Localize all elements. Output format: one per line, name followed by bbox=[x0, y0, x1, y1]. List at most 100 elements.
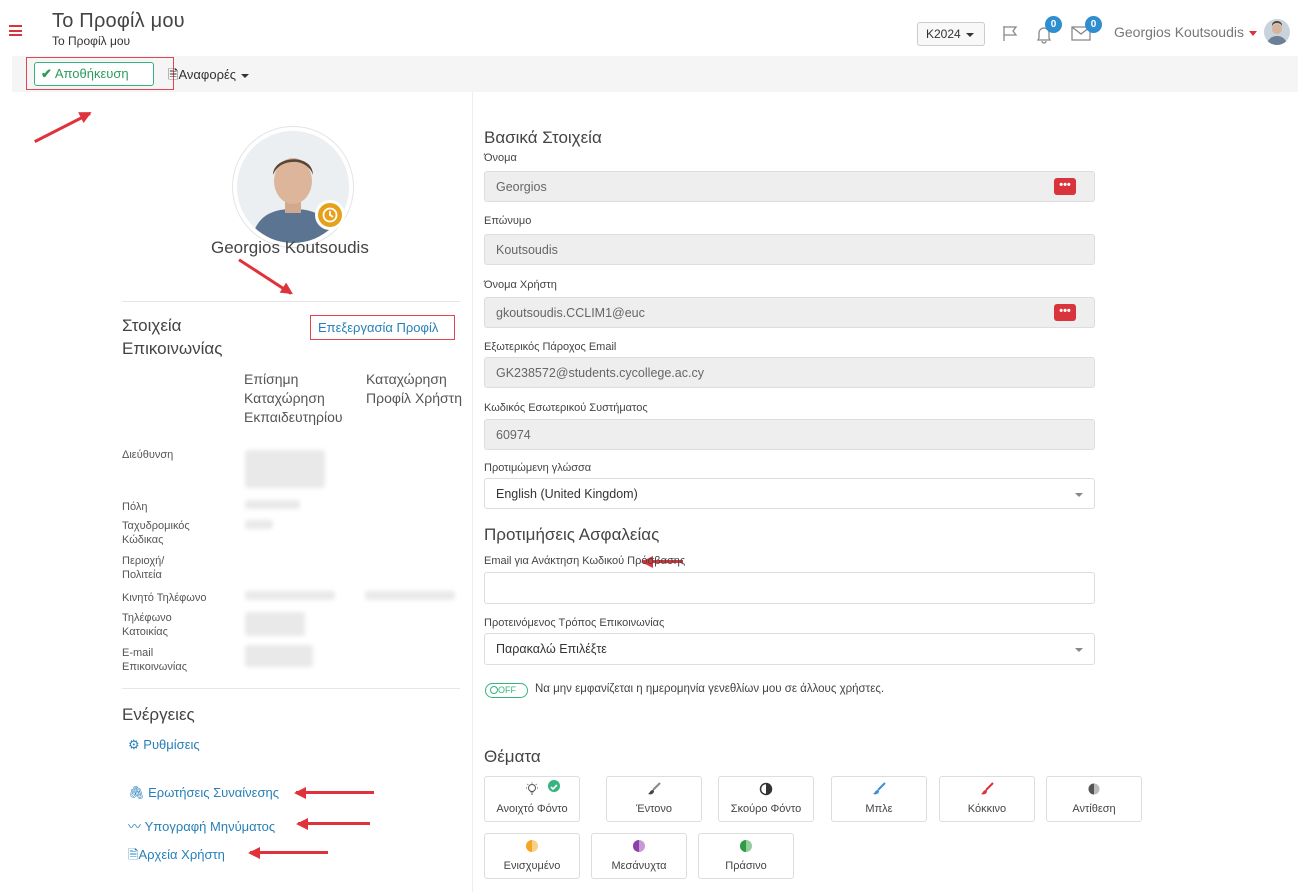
theme-label: Αντίθεση bbox=[1072, 803, 1116, 815]
theme-bold[interactable]: Έντονο bbox=[606, 776, 702, 822]
first-name-field: Georgios ••• bbox=[484, 171, 1095, 202]
avatar[interactable] bbox=[1264, 19, 1290, 45]
redacted-value bbox=[245, 520, 273, 529]
theme-label: Πράσινο bbox=[725, 860, 767, 872]
password-manager-icon[interactable]: ••• bbox=[1054, 178, 1076, 195]
internal-code-label: Κωδικός Εσωτερικού Συστήματος bbox=[484, 402, 648, 414]
paperclip-icon: 🖇 bbox=[128, 785, 145, 800]
contact-row-label: Ταχυδρομικός Κώδικας bbox=[122, 520, 190, 546]
profile-name: Georgios Koutsoudis bbox=[211, 238, 369, 257]
theme-enhanced[interactable]: Ενισχυμένο bbox=[484, 833, 580, 879]
external-email-field: GK238572@students.cycollege.ac.cy bbox=[484, 357, 1095, 388]
half-circle-icon bbox=[740, 840, 752, 852]
signature-label: Υπογραφή Μηνύματος bbox=[144, 819, 276, 834]
toggle-knob bbox=[490, 686, 498, 694]
external-email-value: GK238572@students.cycollege.ac.cy bbox=[496, 366, 704, 380]
notifications-icon[interactable]: 0 bbox=[1034, 16, 1062, 49]
brush-icon bbox=[873, 782, 886, 795]
user-menu[interactable]: Georgios Koutsoudis bbox=[1114, 24, 1257, 40]
messages-icon[interactable]: 0 bbox=[1071, 16, 1102, 47]
save-highlight: ✔ Αποθήκευση bbox=[26, 57, 174, 90]
toolbar: ✔ Αποθήκευση 🗎Αναφορές bbox=[12, 56, 1298, 92]
settings-label: Ρυθμίσεις bbox=[143, 737, 200, 752]
internal-code-value: 60974 bbox=[496, 428, 531, 442]
first-name-value: Georgios bbox=[496, 180, 547, 194]
theme-light[interactable]: Ανοιχτό Φόντο bbox=[484, 776, 580, 822]
language-value: English (United Kingdom) bbox=[496, 487, 638, 501]
user-files-link[interactable]: 🗎Αρχεία Χρήστη bbox=[128, 846, 225, 868]
contact-row-label: Κινητό Τηλέφωνο bbox=[122, 592, 207, 604]
reports-label: Αναφορές bbox=[178, 67, 237, 82]
notifications-badge: 0 bbox=[1045, 16, 1062, 33]
gears-icon: ⚙ bbox=[128, 737, 140, 752]
annotation-arrow bbox=[296, 791, 374, 794]
signature-icon: 〰 bbox=[128, 819, 142, 834]
top-bar: Το Προφίλ μου Το Προφίλ μου K2024 0 0 Ge… bbox=[0, 0, 1306, 56]
redacted-value bbox=[245, 500, 300, 509]
annotation-arrow bbox=[238, 258, 292, 295]
language-select[interactable]: English (United Kingdom) bbox=[484, 478, 1095, 509]
document-icon: 🗎 bbox=[168, 67, 179, 82]
contact-method-label: Προτεινόμενος Τρόπος Επικοινωνίας bbox=[484, 617, 665, 629]
theme-midnight[interactable]: Μεσάνυχτα bbox=[591, 833, 687, 879]
redacted-value bbox=[245, 591, 335, 600]
check-icon: ✔ bbox=[41, 66, 52, 81]
file-icon: 🗎 bbox=[128, 847, 139, 862]
edit-profile-link[interactable]: Επεξεργασία Προφίλ bbox=[318, 320, 438, 335]
theme-dark[interactable]: Σκούρο Φόντο bbox=[718, 776, 814, 822]
contact-row-label: Τηλέφωνο Κατοικίας bbox=[122, 612, 172, 638]
username-value: gkoutsoudis.CCLIM1@euc bbox=[496, 306, 645, 320]
brush-icon bbox=[981, 782, 994, 795]
theme-label: Ενισχυμένο bbox=[503, 860, 561, 872]
theme-contrast[interactable]: Αντίθεση bbox=[1046, 776, 1142, 822]
flag-icon[interactable] bbox=[1001, 24, 1019, 47]
actions-title: Ενέργειες bbox=[122, 705, 195, 724]
theme-red[interactable]: Κόκκινο bbox=[939, 776, 1035, 822]
half-circle-icon bbox=[526, 840, 538, 852]
theme-label: Σκούρο Φόντο bbox=[730, 803, 802, 815]
contact-row-label: E-mail Επικοινωνίας bbox=[122, 647, 187, 673]
divider bbox=[122, 688, 460, 689]
edit-profile-highlight: Επεξεργασία Προφίλ bbox=[310, 315, 455, 340]
year-select-value: K2024 bbox=[926, 27, 961, 41]
redacted-value bbox=[245, 612, 305, 636]
annotation-arrow bbox=[250, 851, 328, 854]
password-manager-icon[interactable]: ••• bbox=[1054, 304, 1076, 321]
column-header-official: Επίσημη Καταχώρηση Εκπαιδευτηρίου bbox=[244, 371, 343, 425]
save-button[interactable]: ✔ Αποθήκευση bbox=[34, 62, 154, 86]
theme-label: Ανοιχτό Φόντο bbox=[496, 803, 568, 815]
brush-icon bbox=[648, 782, 661, 795]
breadcrumb: Το Προφίλ μου bbox=[52, 34, 131, 48]
contact-row-label: Διεύθυνση bbox=[122, 449, 174, 461]
redacted-value bbox=[365, 591, 455, 600]
annotation-arrow bbox=[34, 112, 91, 143]
chevron-down-icon bbox=[1075, 648, 1083, 652]
settings-link[interactable]: ⚙ Ρυθμίσεις bbox=[128, 737, 200, 753]
messages-badge: 0 bbox=[1085, 16, 1102, 33]
last-name-label: Επώνυμο bbox=[484, 215, 532, 227]
page-title: Το Προφίλ μου bbox=[52, 10, 185, 32]
message-signature-link[interactable]: 〰 Υπογραφή Μηνύματος bbox=[128, 816, 275, 835]
selected-check-icon bbox=[548, 780, 560, 792]
consent-questions-link[interactable]: 🖇 Ερωτήσεις Συναίνεσης bbox=[128, 785, 279, 801]
toggle-state: OFF bbox=[498, 685, 516, 695]
basic-info-title: Βασικά Στοιχεία bbox=[484, 128, 602, 147]
contact-section-title: Στοιχεία Επικοινωνίας bbox=[122, 316, 223, 358]
status-badge bbox=[315, 200, 345, 230]
recovery-email-input[interactable] bbox=[484, 572, 1095, 604]
username-label: Όνομα Χρήστη bbox=[484, 279, 557, 291]
birthday-visibility-toggle[interactable]: OFF bbox=[485, 683, 528, 698]
year-select[interactable]: K2024 bbox=[917, 22, 985, 46]
contact-row-label: Περιοχή/ Πολιτεία bbox=[122, 555, 165, 581]
half-circle-icon bbox=[633, 840, 645, 852]
chevron-down-icon bbox=[1248, 30, 1257, 36]
chevron-down-icon bbox=[1075, 493, 1083, 497]
themes-title: Θέματα bbox=[484, 747, 541, 766]
first-name-label: Όνομα bbox=[484, 152, 517, 164]
theme-blue[interactable]: Μπλε bbox=[831, 776, 927, 822]
theme-green[interactable]: Πράσινο bbox=[698, 833, 794, 879]
menu-icon[interactable] bbox=[9, 25, 22, 36]
contact-method-select[interactable]: Παρακαλώ Επιλέξτε bbox=[484, 633, 1095, 665]
reports-menu[interactable]: 🗎Αναφορές bbox=[168, 66, 250, 88]
column-separator bbox=[472, 92, 473, 892]
